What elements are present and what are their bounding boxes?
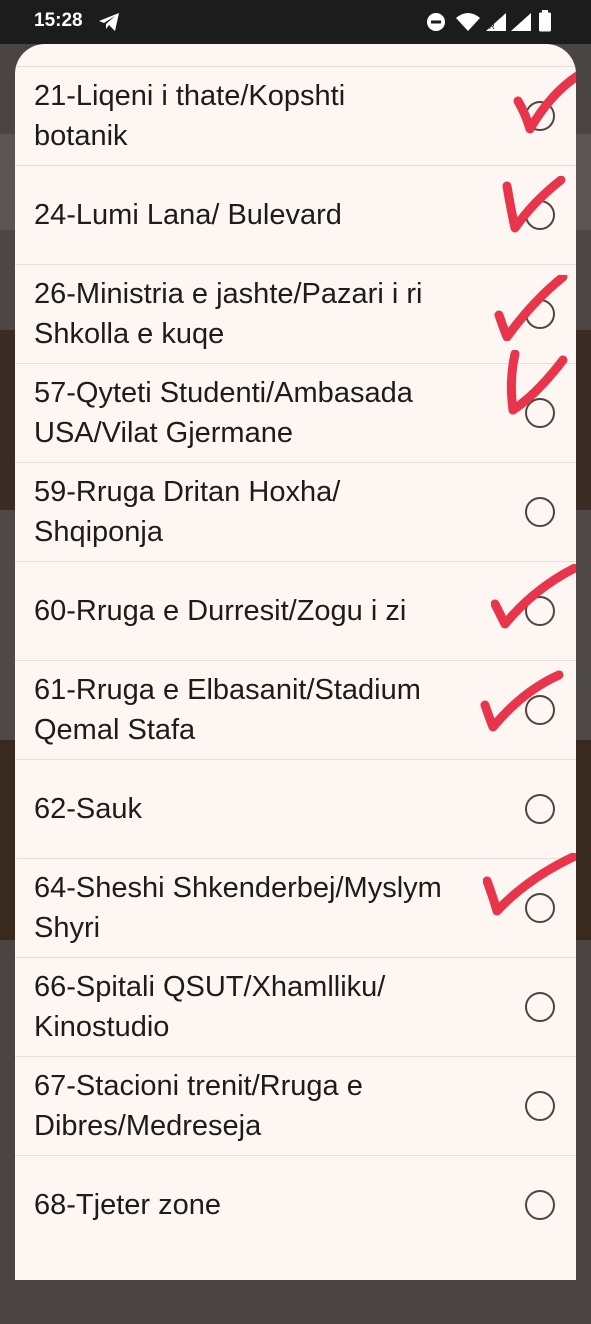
signal-icon: R xyxy=(485,12,507,37)
option-label: 26-Ministria e jashte/Pazari i ri Shkoll… xyxy=(34,278,423,350)
telegram-icon xyxy=(98,12,120,37)
radio-button-icon[interactable] xyxy=(525,596,555,626)
option-label: 60-Rruga e Durresit/Zogu i zi xyxy=(34,595,407,627)
option-label: 59-Rruga Dritan Hoxha/ Shqiponja xyxy=(34,476,341,548)
radio-button-icon[interactable] xyxy=(525,200,555,230)
status-bar: 15:28 R xyxy=(0,0,591,44)
radio-button-icon[interactable] xyxy=(525,398,555,428)
options-list: 21-Liqeni i thate/Kopshti botanik 24-Lumi… xyxy=(15,66,576,1254)
option-label: 57-Qyteti Studenti/Ambasada USA/Vilat Gj… xyxy=(34,377,413,449)
option-row[interactable]: 21-Liqeni i thate/Kopshti botanik xyxy=(15,66,576,165)
radio-button-icon[interactable] xyxy=(525,101,555,131)
radio-button-icon[interactable] xyxy=(525,893,555,923)
option-label: 68-Tjeter zone xyxy=(34,1189,221,1221)
signal-icon xyxy=(510,12,532,37)
option-row[interactable]: 59-Rruga Dritan Hoxha/ Shqiponja xyxy=(15,462,576,561)
option-label: 67-Stacioni trenit/Rruga e Dibres/Medres… xyxy=(34,1070,363,1142)
option-row[interactable]: 24-Lumi Lana/ Bulevard xyxy=(15,165,576,264)
option-row[interactable]: 61-Rruga e Elbasanit/Stadium Qemal Stafa xyxy=(15,660,576,759)
dnd-icon xyxy=(426,12,446,37)
radio-button-icon[interactable] xyxy=(525,299,555,329)
status-time: 15:28 xyxy=(34,10,83,31)
option-label: 24-Lumi Lana/ Bulevard xyxy=(34,199,342,231)
radio-button-icon[interactable] xyxy=(525,794,555,824)
radio-button-icon[interactable] xyxy=(525,1190,555,1220)
radio-button-icon[interactable] xyxy=(525,1091,555,1121)
option-label: 64-Sheshi Shkenderbej/Myslym Shyri xyxy=(34,872,442,944)
wifi-icon xyxy=(455,12,481,37)
svg-text:R: R xyxy=(489,22,495,31)
option-row[interactable]: 60-Rruga e Durresit/Zogu i zi xyxy=(15,561,576,660)
option-row[interactable]: 66-Spitali QSUT/Xhamlliku/ Kinostudio xyxy=(15,957,576,1056)
option-label: 21-Liqeni i thate/Kopshti botanik xyxy=(34,80,346,152)
option-row[interactable]: 57-Qyteti Studenti/Ambasada USA/Vilat Gj… xyxy=(15,350,576,462)
option-row[interactable]: 68-Tjeter zone xyxy=(15,1155,576,1254)
radio-button-icon[interactable] xyxy=(525,992,555,1022)
radio-button-icon[interactable] xyxy=(525,497,555,527)
battery-icon xyxy=(538,10,552,37)
radio-button-icon[interactable] xyxy=(525,695,555,725)
option-row[interactable]: 26-Ministria e jashte/Pazari i ri Shkoll… xyxy=(15,264,576,363)
option-row[interactable]: 62-Sauk xyxy=(15,759,576,858)
option-row[interactable]: 67-Stacioni trenit/Rruga e Dibres/Medres… xyxy=(15,1056,576,1155)
option-row[interactable]: 64-Sheshi Shkenderbej/Myslym Shyri xyxy=(15,853,576,957)
option-label: 62-Sauk xyxy=(34,793,143,825)
zone-select-dialog: 21-Liqeni i thate/Kopshti botanik 24-Lumi… xyxy=(15,44,576,1280)
option-label: 61-Rruga e Elbasanit/Stadium Qemal Stafa xyxy=(34,674,421,746)
option-label: 66-Spitali QSUT/Xhamlliku/ Kinostudio xyxy=(34,971,386,1043)
